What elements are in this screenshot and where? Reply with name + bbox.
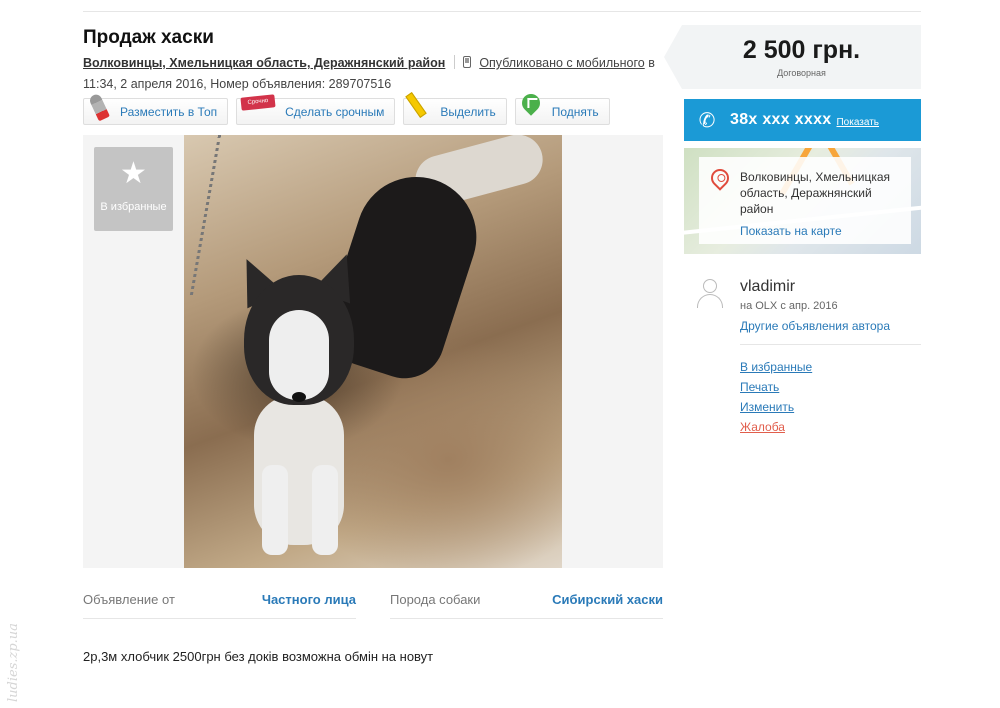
- star-icon: ★: [120, 157, 147, 190]
- highlight-button-label: Выделить: [440, 104, 496, 119]
- dog-nose: [292, 392, 306, 402]
- rocket-icon: [84, 92, 114, 125]
- top-divider: [83, 11, 921, 12]
- param-value-link[interactable]: Сибирский хаски: [552, 592, 663, 607]
- seller-since: на OLX с апр. 2016: [740, 300, 838, 312]
- seller-divider: [740, 344, 921, 345]
- listing-params: Объявление от Частного лица Порода собак…: [83, 592, 663, 619]
- show-phone-button[interactable]: ✆ 38x xxx xxxx Показать: [684, 99, 921, 141]
- param-value-link[interactable]: Частного лица: [262, 592, 356, 607]
- published-mobile: Опубликовано с мобильного: [479, 56, 645, 70]
- map-address: Волковинцы, Хмельницкая область, Деражня…: [740, 170, 891, 216]
- price-amount: 2 500 грн.: [742, 36, 861, 64]
- dog-leg: [262, 465, 288, 555]
- dog-face: [269, 310, 329, 402]
- listing-photo[interactable]: [184, 135, 562, 568]
- highlight-button[interactable]: Выделить: [403, 92, 507, 125]
- param-key: Объявление от: [83, 592, 175, 607]
- param-row: Порода собаки Сибирский хаски: [390, 592, 663, 619]
- seller-name: vladimir: [740, 278, 796, 295]
- print-link[interactable]: Печать: [740, 377, 812, 397]
- phone-icon: ✆: [698, 109, 716, 132]
- price-negotiable: Договорная: [777, 68, 826, 78]
- map-pin-icon: [707, 165, 733, 191]
- report-link[interactable]: Жалоба: [740, 417, 812, 437]
- location-link[interactable]: Волковинцы, Хмельницкая область, Деражня…: [83, 56, 445, 70]
- user-avatar-icon: [696, 279, 724, 308]
- dog-head: [244, 275, 354, 405]
- show-on-map-link[interactable]: Показать на карте: [740, 224, 842, 238]
- raise-button[interactable]: Поднять: [514, 90, 610, 125]
- favorites-label: В избранные: [100, 201, 167, 213]
- mobile-phone-icon: [463, 56, 472, 68]
- phone-number: 38x xxx xxxx: [730, 111, 832, 128]
- top-button-label: Разместить в Топ: [120, 104, 218, 119]
- raise-button-label: Поднять: [551, 104, 599, 119]
- promo-toolbar: Разместить в Топ Срочно Сделать срочным …: [83, 90, 610, 125]
- top-button[interactable]: Разместить в Топ: [83, 92, 229, 125]
- price-box: 2 500 грн. Договорная: [664, 25, 921, 89]
- pencil-icon: [404, 92, 434, 125]
- meta-separator: [454, 55, 456, 69]
- photo-gallery: ★ В избранные: [83, 135, 663, 568]
- favorite-link[interactable]: В избранные: [740, 357, 812, 377]
- show-phone-link[interactable]: Показать: [836, 117, 879, 128]
- dog-leg: [312, 465, 338, 555]
- edit-link[interactable]: Изменить: [740, 397, 812, 417]
- listing-actions: В избранные Печать Изменить Жалоба: [740, 357, 812, 437]
- param-key: Порода собаки: [390, 592, 481, 607]
- raise-arrow-icon: [516, 90, 546, 125]
- add-to-favorites-button[interactable]: ★ В избранные: [94, 147, 173, 231]
- published-tail: в: [648, 56, 655, 70]
- location-map[interactable]: Волковинцы, Хмельницкая область, Деражня…: [684, 148, 921, 254]
- urgent-tag-icon: Срочно: [237, 94, 279, 125]
- other-ads-link[interactable]: Другие объявления автора: [740, 319, 890, 333]
- param-row: Объявление от Частного лица: [83, 592, 356, 619]
- urgent-button-label: Сделать срочным: [285, 104, 385, 119]
- urgent-button[interactable]: Срочно Сделать срочным: [236, 94, 396, 125]
- published-time: 11:34, 2 апреля 2016, Номер объявления: …: [83, 77, 392, 91]
- listing-title: Продаж хаски: [83, 27, 214, 48]
- listing-meta: Волковинцы, Хмельницкая область, Деражня…: [83, 53, 663, 95]
- watermark: ludies.zp.ua: [6, 623, 21, 702]
- map-card: Волковинцы, Хмельницкая область, Деражня…: [699, 157, 911, 244]
- listing-description: 2р,3м хлобчик 2500грн без доків возможна…: [83, 649, 434, 664]
